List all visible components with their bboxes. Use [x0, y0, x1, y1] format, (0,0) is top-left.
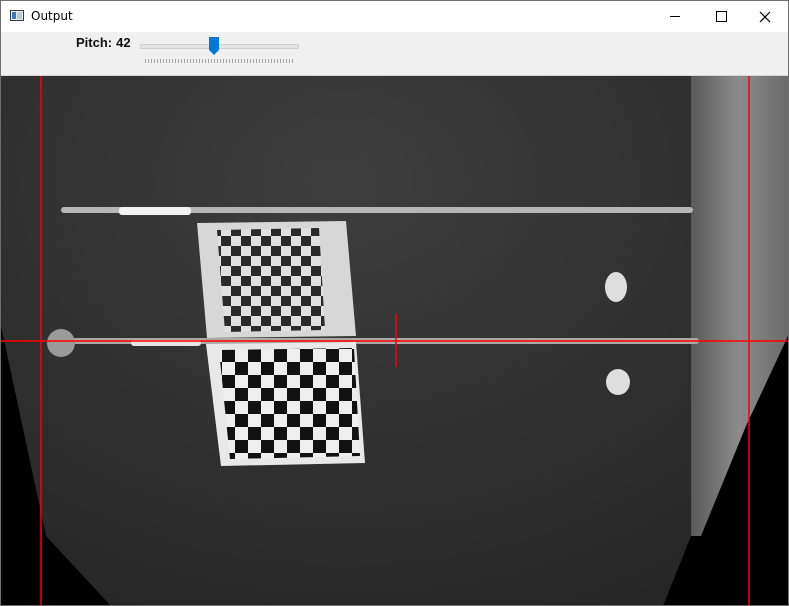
camera-frame — [1, 76, 788, 605]
minimize-button[interactable] — [652, 1, 698, 32]
calibration-checkerboard — [217, 228, 325, 332]
pitch-slider-track[interactable] — [140, 44, 299, 49]
pitch-value: 42 — [116, 35, 131, 50]
pitch-trackbar-label: Pitch: 42 — [76, 35, 131, 50]
close-icon — [759, 11, 771, 22]
tape-end — [47, 329, 75, 357]
camera-image-view[interactable] — [1, 76, 788, 605]
pitch-label-text: Pitch: — [76, 35, 113, 50]
window-title: Output — [31, 9, 73, 23]
trackbar-panel: Pitch: 42 — [1, 32, 788, 76]
marker-ball — [605, 272, 627, 302]
tape-highlight — [119, 207, 191, 215]
pitch-slider-thumb[interactable] — [209, 37, 219, 55]
title-bar[interactable]: Output — [1, 1, 788, 32]
window-app-icon — [10, 10, 24, 21]
maximize-button[interactable] — [698, 1, 744, 32]
output-window: Output Pitch: 42 — [0, 0, 789, 606]
minimize-icon — [670, 16, 680, 17]
close-button[interactable] — [742, 1, 788, 32]
pitch-slider-ticks — [145, 59, 293, 63]
marker-ball — [606, 369, 630, 395]
maximize-icon — [715, 11, 727, 22]
calibration-checkerboard — [219, 348, 360, 459]
